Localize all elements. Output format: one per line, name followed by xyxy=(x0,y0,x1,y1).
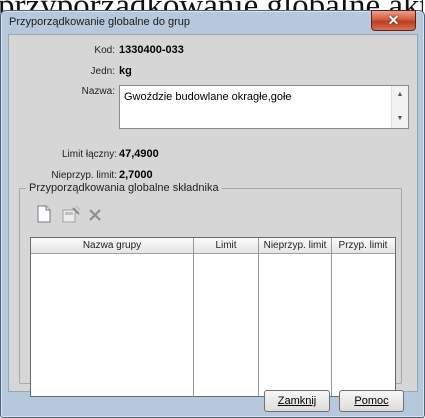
column-header-nieprzyp-limit[interactable]: Nieprzyp. limit xyxy=(259,238,332,253)
scroll-up-icon[interactable]: ▲ xyxy=(392,89,408,101)
dialog-window: Przyporządkowanie globalne do grup ✕ Kod… xyxy=(0,10,425,418)
title-bar[interactable]: Przyporządkowanie globalne do grup ✕ xyxy=(1,10,424,33)
column-header-nazwa-grupy[interactable]: Nazwa grupy xyxy=(31,238,194,253)
kod-label: Kod: xyxy=(94,45,115,56)
limit-value: 47,4900 xyxy=(119,148,159,160)
column-header-przyp-limit[interactable]: Przyp. limit xyxy=(332,238,394,253)
limit-label: Limit łączny: xyxy=(61,149,117,160)
delete-icon xyxy=(89,209,101,221)
nieprzyp-value: 2,7000 xyxy=(119,169,153,181)
pomoc-button[interactable]: Pomoc xyxy=(339,390,404,412)
column-divider xyxy=(193,253,194,396)
nazwa-textarea[interactable]: Gwoździe budowlane okragłe,gołe ▲ ▼ xyxy=(119,85,409,129)
close-icon: ✕ xyxy=(387,12,400,28)
new-icon xyxy=(37,205,51,223)
edit-icon xyxy=(62,205,81,223)
zamknij-button[interactable]: Zamknij xyxy=(264,390,330,412)
delete-button[interactable] xyxy=(85,204,105,224)
column-divider xyxy=(258,253,259,396)
kod-value: 1330400-033 xyxy=(119,44,184,56)
nieprzyp-label: Nieprzyp. limit: xyxy=(51,170,117,181)
assignments-legend: Przyporządkowania globalne składnika xyxy=(26,182,222,194)
assignments-table[interactable]: Nazwa grupy Limit Nieprzyp. limit Przyp.… xyxy=(30,237,396,397)
edit-button[interactable] xyxy=(60,204,81,224)
table-header: Nazwa grupy Limit Nieprzyp. limit Przyp.… xyxy=(31,238,395,254)
nazwa-scrollbar[interactable]: ▲ ▼ xyxy=(391,86,408,128)
column-divider xyxy=(331,253,332,396)
nazwa-label: Nazwa: xyxy=(81,86,115,97)
window-title: Przyporządkowanie globalne do grup xyxy=(9,16,191,28)
zamknij-label: Zamknij xyxy=(277,395,317,407)
column-header-limit[interactable]: Limit xyxy=(194,238,259,253)
nazwa-text: Gwoździe budowlane okragłe,gołe xyxy=(124,91,292,103)
pomoc-label: Pomoc xyxy=(354,395,389,407)
close-button[interactable]: ✕ xyxy=(371,10,416,31)
new-button[interactable] xyxy=(34,204,54,224)
jedn-value: kg xyxy=(119,65,132,77)
jedn-label: Jedn: xyxy=(90,66,115,77)
scroll-down-icon[interactable]: ▼ xyxy=(392,113,408,125)
